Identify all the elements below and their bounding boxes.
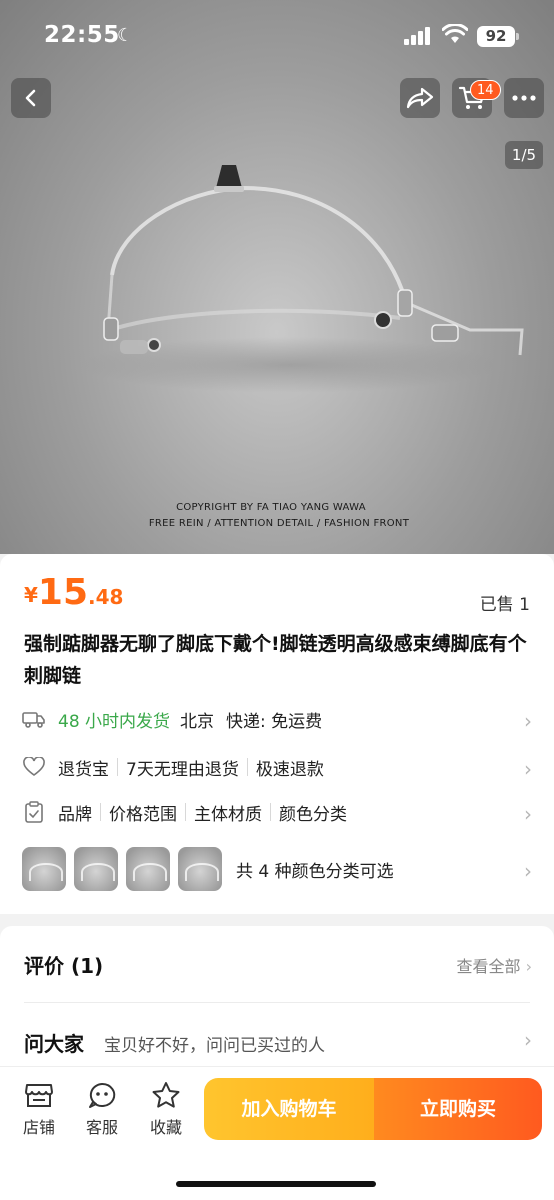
status-bar: 22:55 ☾ 92 (0, 0, 554, 70)
sold-count: 已售 1 (479, 595, 530, 615)
chevron-right-icon[interactable]: › (524, 1028, 532, 1052)
back-button[interactable] (11, 78, 51, 118)
service-item: 退货宝 (58, 759, 109, 780)
image-pager: 1/5 (505, 141, 543, 169)
cellular-signal-icon (404, 27, 434, 45)
divider (246, 758, 248, 776)
customer-service-button[interactable]: 客服 (77, 1080, 127, 1138)
currency-symbol: ¥ (24, 583, 38, 607)
clipboard-icon (22, 800, 46, 824)
attribute-item: 颜色分类 (279, 804, 347, 825)
watermark-line-1: COPYRIGHT BY FA TIAO YANG WAWA (176, 502, 366, 513)
divider (100, 803, 101, 821)
chevron-right-icon: › (525, 957, 532, 976)
divider (185, 803, 186, 821)
divider (270, 803, 271, 821)
variant-thumbnail[interactable] (178, 847, 222, 891)
service-item: 极速退款 (255, 759, 324, 780)
cart-count-badge: 14 (470, 80, 501, 100)
price: ¥15.48 (24, 572, 123, 613)
add-to-cart-button[interactable]: 加入购物车 (204, 1078, 374, 1140)
variant-thumbnail[interactable] (74, 847, 118, 891)
heart-shield-icon (22, 755, 46, 779)
variant-thumbnail[interactable] (22, 847, 66, 891)
attributes-row[interactable]: 品牌 价格范围 主体材质 颜色分类 › (22, 797, 532, 827)
watermark-line-2: FREE REIN / ATTENTION DETAIL / FASHION F… (148, 518, 410, 529)
variant-thumbnail[interactable] (126, 847, 170, 891)
home-indicator (176, 1181, 376, 1187)
clock: 22:55 (44, 22, 120, 48)
store-icon (14, 1080, 64, 1110)
more-button[interactable] (504, 78, 544, 118)
truck-icon (22, 707, 46, 731)
product-image[interactable]: 22:55 ☾ 92 14 1/5 COPYRIGHT BY FA TIAO Y… (0, 0, 554, 554)
wifi-icon (441, 23, 469, 48)
variants-label: 共 4 种颜色分类可选 (236, 861, 394, 882)
shipping-origin: 北京 (180, 711, 215, 732)
shipping-method: 快递: 免运费 (226, 711, 323, 732)
see-all-reviews-link[interactable]: 查看全部 › (456, 953, 532, 977)
service-guarantee-row[interactable]: 退货宝 7天无理由退货 极速退款 › (22, 752, 532, 782)
ask-hint[interactable]: 宝贝好不好，问问已买过的人 (104, 1031, 325, 1056)
service-label: 客服 (85, 1118, 118, 1137)
reviews-title: 评价 (1) (24, 954, 104, 978)
star-icon (141, 1080, 191, 1110)
attribute-item: 价格范围 (109, 804, 177, 825)
chevron-right-icon: › (524, 757, 532, 781)
service-face-icon (77, 1080, 127, 1110)
section-divider (24, 1002, 530, 1003)
buy-now-button[interactable]: 立即购买 (374, 1078, 542, 1140)
chevron-right-icon: › (524, 859, 532, 883)
share-button[interactable] (400, 78, 440, 118)
store-button[interactable]: 店铺 (14, 1080, 64, 1138)
chevron-right-icon: › (524, 709, 532, 733)
share-icon (406, 87, 434, 109)
chevron-right-icon: › (524, 802, 532, 826)
see-all-label: 查看全部 (456, 957, 521, 976)
product-title: 强制踮脚器无聊了脚底下戴个!脚链透明高级感束缚脚底有个刺脚链 (24, 633, 527, 687)
attribute-item: 主体材质 (194, 804, 262, 825)
attribute-item: 品牌 (58, 804, 92, 825)
ask-title[interactable]: 问大家 (24, 1028, 84, 1057)
favorite-button[interactable]: 收藏 (141, 1080, 191, 1138)
service-item: 7天无理由退货 (126, 759, 239, 780)
price-decimal: .48 (88, 585, 124, 609)
store-label: 店铺 (22, 1118, 55, 1137)
moon-icon: ☾ (117, 25, 134, 46)
divider (117, 758, 118, 776)
price-integer: 15 (37, 572, 89, 613)
battery-icon: 92 (477, 26, 519, 47)
shipping-time: 48 小时内发货 (58, 711, 171, 732)
chevron-left-icon (25, 89, 36, 107)
shipping-row[interactable]: 48 小时内发货 北京 快递: 免运费 › (22, 704, 532, 734)
more-dots-icon (512, 95, 536, 101)
favorite-label: 收藏 (149, 1118, 182, 1137)
variants-row[interactable]: 共 4 种颜色分类可选 › (22, 846, 532, 892)
